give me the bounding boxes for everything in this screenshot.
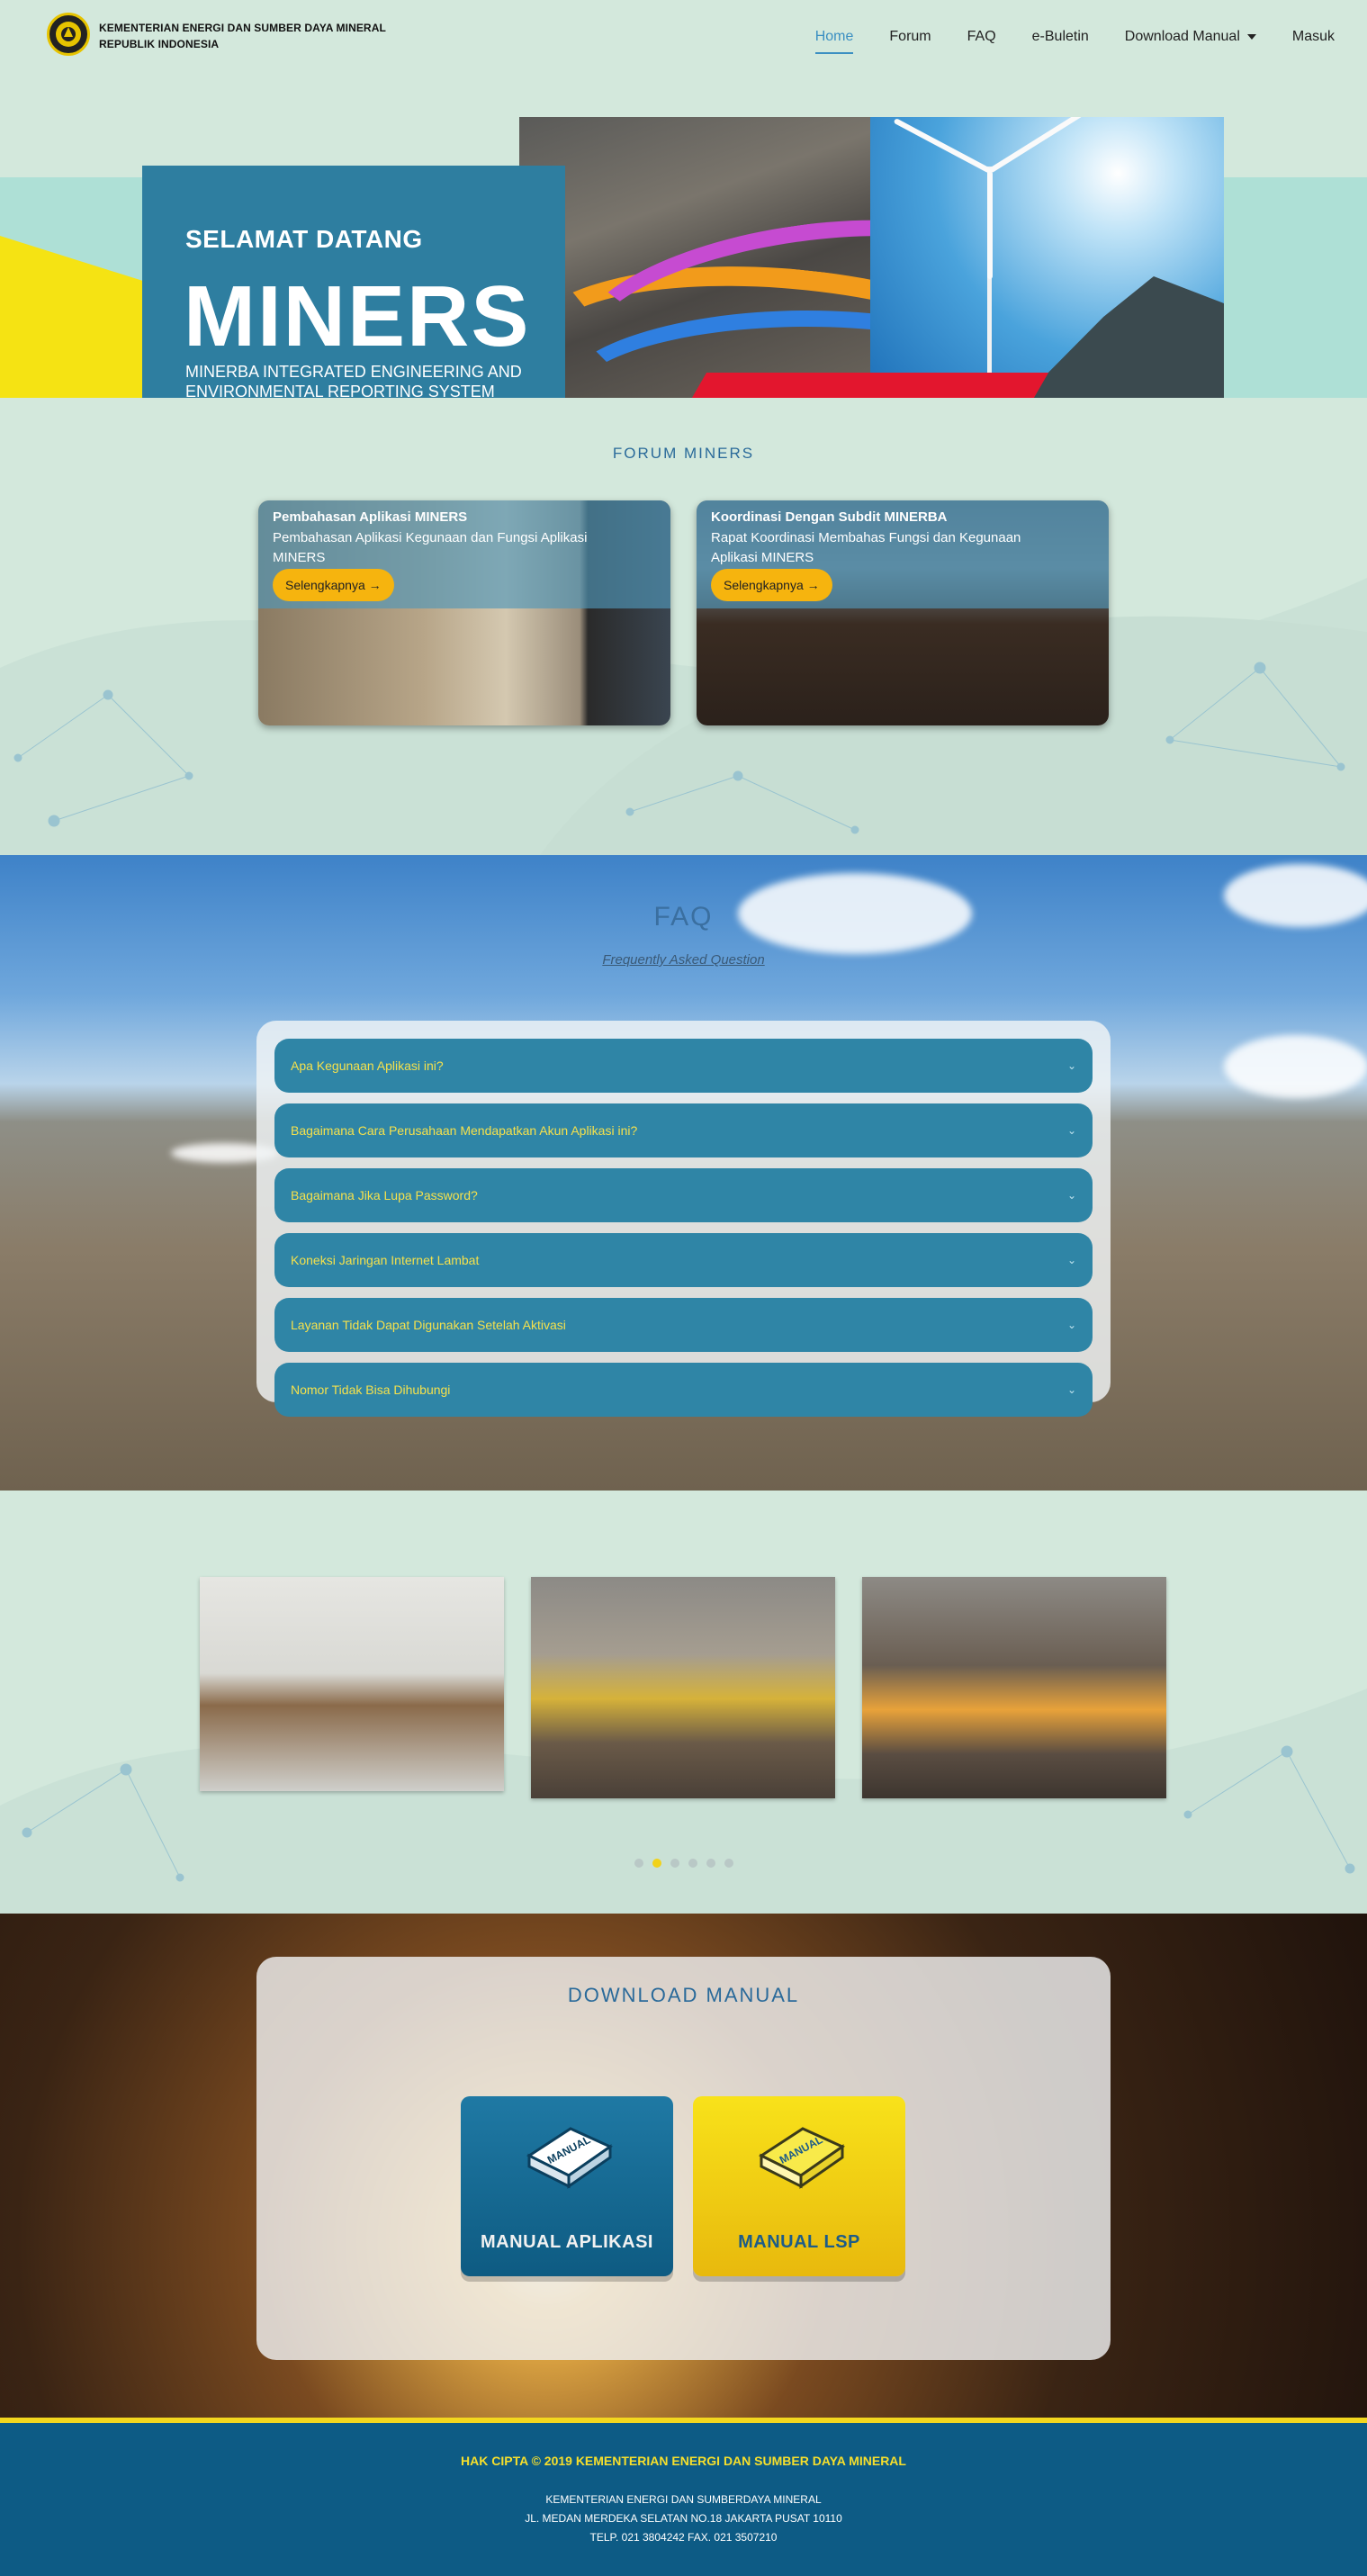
manual-lsp-label: MANUAL LSP (738, 2232, 860, 2252)
download-panel: DOWNLOAD MANUAL MANUAL MANUAL APLIKASI M… (256, 1957, 1111, 2360)
gear-emblem-icon (56, 22, 81, 47)
forum-section: FORUM MINERS Pembahasan Aplikasi MINERS … (0, 398, 1367, 855)
faq-question[interactable]: Bagaimana Cara Perusahaan Mendapatkan Ak… (274, 1103, 1093, 1157)
nav-masuk[interactable]: Masuk (1292, 29, 1335, 54)
faq-question-text: Layanan Tidak Dapat Digunakan Setelah Ak… (291, 1318, 566, 1332)
top-navbar: KEMENTERIAN ENERGI DAN SUMBER DAYA MINER… (0, 0, 1367, 81)
nav-home[interactable]: Home (814, 29, 854, 54)
forum-card-title: Pembahasan Aplikasi MINERS (273, 509, 468, 525)
book-icon: MANUAL (526, 2127, 614, 2189)
download-manual-section: DOWNLOAD MANUAL MANUAL MANUAL APLIKASI M… (0, 1914, 1367, 2418)
forum-card[interactable]: Koordinasi Dengan Subdit MINERBA Rapat K… (697, 500, 1109, 725)
chevron-down-icon: ⌄ (1066, 1124, 1076, 1137)
nav-forum[interactable]: Forum (889, 29, 931, 54)
chevron-down-icon: ⌄ (1066, 1383, 1076, 1396)
carousel-dot[interactable] (724, 1859, 733, 1868)
faq-question-text: Nomor Tidak Bisa Dihubungi (291, 1383, 451, 1397)
nav-download-manual-dropdown[interactable]: Download Manual (1125, 29, 1256, 54)
faq-question-text: Apa Kegunaan Aplikasi ini? (291, 1058, 444, 1073)
hero-subtitle: MINERBA INTEGRATED ENGINEERING AND ENVIR… (185, 363, 522, 398)
gallery-image-mining-trucks[interactable] (531, 1577, 835, 1798)
book-icon: MANUAL (758, 2127, 846, 2189)
chevron-down-icon: ⌄ (1066, 1059, 1076, 1072)
gallery-carousel (0, 1491, 1367, 1914)
forum-title: FORUM MINERS (612, 445, 755, 462)
red-band (691, 373, 1049, 398)
selengkapnya-button[interactable]: Selengkapnya → (711, 569, 832, 601)
forum-card[interactable]: Pembahasan Aplikasi MINERS Pembahasan Ap… (258, 500, 670, 725)
hero-title: MINERS (184, 268, 531, 365)
turbine-blade (987, 171, 993, 279)
carousel-dot[interactable] (688, 1859, 697, 1868)
manual-aplikasi-button[interactable]: MANUAL MANUAL APLIKASI (461, 2096, 673, 2276)
faq-question[interactable]: Apa Kegunaan Aplikasi ini? ⌄ (274, 1039, 1093, 1093)
caret-down-icon (1246, 33, 1256, 40)
chevron-down-icon: ⌄ (1066, 1319, 1076, 1331)
carousel-indicators (0, 1856, 1367, 1872)
footer-address-line: KEMENTERIAN ENERGI DAN SUMBERDAYA MINERA… (545, 2493, 822, 2506)
chevron-down-icon: ⌄ (1066, 1254, 1076, 1266)
faq-question[interactable]: Nomor Tidak Bisa Dihubungi ⌄ (274, 1363, 1093, 1417)
nav-faq[interactable]: FAQ (967, 29, 996, 54)
faq-question[interactable]: Bagaimana Jika Lupa Password? ⌄ (274, 1168, 1093, 1222)
gallery-image-excavator[interactable] (862, 1577, 1166, 1798)
hero-collage-image (519, 117, 1224, 398)
faq-question-text: Koneksi Jaringan Internet Lambat (291, 1253, 480, 1267)
forum-card-description: Rapat Koordinasi Membahas Fungsi dan Keg… (711, 530, 1021, 565)
forum-card-description: Pembahasan Aplikasi Kegunaan dan Fungsi … (273, 530, 588, 565)
brand-line-1: KEMENTERIAN ENERGI DAN SUMBER DAYA MINER… (99, 22, 386, 34)
faq-title: FAQ (653, 902, 714, 932)
footer: HAK CIPTA © 2019 KEMENTERIAN ENERGI DAN … (0, 2418, 1367, 2576)
carousel-dot-active[interactable] (652, 1859, 661, 1868)
faq-subtitle: Frequently Asked Question (0, 952, 1367, 968)
carousel-dot[interactable] (634, 1859, 643, 1868)
footer-address-line: JL. MEDAN MERDEKA SELATAN NO.18 JAKARTA … (525, 2512, 842, 2525)
faq-question[interactable]: Koneksi Jaringan Internet Lambat ⌄ (274, 1233, 1093, 1287)
faq-subtitle-text: Frequently Asked Question (602, 952, 765, 968)
gallery-image-meeting-room[interactable] (200, 1577, 504, 1791)
faq-question[interactable]: Layanan Tidak Dapat Digunakan Setelah Ak… (274, 1298, 1093, 1352)
faq-question-text: Bagaimana Cara Perusahaan Mendapatkan Ak… (291, 1123, 638, 1138)
network-pattern-background (0, 578, 1367, 855)
faq-question-text: Bagaimana Jika Lupa Password? (291, 1188, 478, 1202)
faq-section: FAQ Frequently Asked Question Apa Keguna… (0, 855, 1367, 1491)
manual-lsp-button[interactable]: MANUAL MANUAL LSP (693, 2096, 905, 2276)
brand-text: KEMENTERIAN ENERGI DAN SUMBER DAYA MINER… (99, 20, 386, 52)
forum-card-title: Koordinasi Dengan Subdit MINERBA (711, 509, 948, 525)
nav-download-manual-label: Download Manual (1124, 29, 1240, 44)
carousel-dot[interactable] (670, 1859, 679, 1868)
download-title: DOWNLOAD MANUAL (567, 1984, 800, 2006)
faq-accordion-panel: Apa Kegunaan Aplikasi ini? ⌄ Bagaimana Ca… (256, 1021, 1111, 1417)
hero-banner: SELAMAT DATANG MINERS MINERBA INTEGRATED… (0, 83, 1367, 398)
manual-aplikasi-label: MANUAL APLIKASI (481, 2232, 653, 2252)
footer-copyright: HAK CIPTA © 2019 KEMENTERIAN ENERGI DAN … (461, 2454, 906, 2468)
hero-welcome-text: SELAMAT DATANG (185, 225, 423, 253)
chevron-down-icon: ⌄ (1066, 1189, 1076, 1202)
ministry-logo[interactable] (47, 13, 90, 56)
carousel-dot[interactable] (706, 1859, 715, 1868)
nav-e-buletin[interactable]: e-Buletin (1032, 29, 1089, 54)
cloud-shape (1224, 1035, 1367, 1098)
footer-contact-line: TELP. 021 3804242 FAX. 021 3507210 (589, 2531, 778, 2544)
selengkapnya-button[interactable]: Selengkapnya → (273, 569, 394, 601)
main-menu: Home Forum FAQ e-Buletin Download Manual… (814, 29, 1335, 54)
brand-line-2: REPUBLIK INDONESIA (99, 38, 220, 50)
